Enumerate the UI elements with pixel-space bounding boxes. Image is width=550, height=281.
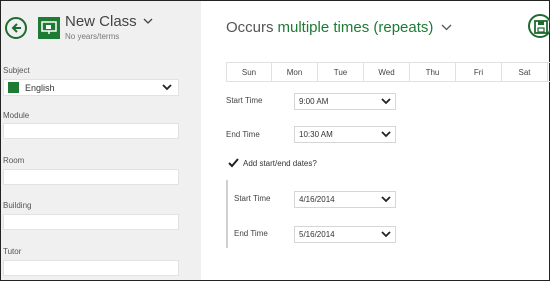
subject-value: English [25,82,55,93]
subject-label: Subject [3,66,30,75]
checkmark-icon [228,158,239,168]
start-time-value: 9:00 AM [299,97,329,106]
room-input[interactable] [3,169,179,185]
save-button[interactable] [528,14,550,38]
subject-select[interactable]: English [3,79,179,96]
start-date-label: Start Time [234,194,271,203]
building-label: Building [3,201,32,210]
presentation-icon [38,17,60,39]
day-sat[interactable]: Sat [502,63,548,81]
occurrence-dropdown[interactable]: Occurs multiple times (repeats) [226,19,452,36]
class-title: New Class [65,13,137,30]
start-time-select[interactable]: 9:00 AM [294,93,396,110]
save-icon [534,20,548,34]
room-label: Room [3,156,25,165]
day-wed[interactable]: Wed [364,63,410,81]
occurs-prefix: Occurs [226,19,274,36]
add-dates-checkbox[interactable]: Add start/end dates? [228,158,317,168]
end-time-label: End Time [226,130,260,139]
start-date-select[interactable]: 4/16/2014 [294,191,396,208]
occurs-value: multiple times (repeats) [277,19,434,36]
chevron-down-icon [381,98,391,105]
day-thu[interactable]: Thu [410,63,456,81]
chevron-down-icon [143,18,153,24]
class-subtitle: No years/terms [65,32,120,41]
day-tue[interactable]: Tue [318,63,364,81]
tutor-input[interactable] [3,260,179,276]
end-time-value: 10:30 AM [299,130,333,139]
chevron-down-icon [162,84,172,91]
subject-color-swatch [8,82,19,93]
start-date-value: 4/16/2014 [299,195,335,204]
day-mon[interactable]: Mon [272,63,318,81]
add-dates-label: Add start/end dates? [243,158,317,168]
module-label: Module [3,111,30,120]
chevron-down-icon [381,196,391,203]
chevron-down-icon [381,131,391,138]
back-button[interactable] [5,17,27,39]
class-details-panel: New Class No years/terms Subject English… [1,1,201,280]
start-time-label: Start Time [226,96,263,105]
end-date-select[interactable]: 5/16/2014 [294,226,396,243]
day-sun[interactable]: Sun [226,63,272,81]
building-input[interactable] [3,214,179,230]
class-title-dropdown[interactable]: New Class [65,13,153,30]
chevron-down-icon [381,231,391,238]
end-date-value: 5/16/2014 [299,230,335,239]
chevron-down-icon [441,24,452,31]
module-input[interactable] [3,123,179,139]
day-fri[interactable]: Fri [456,63,502,81]
tutor-label: Tutor [3,247,22,256]
back-arrow-icon [11,23,21,33]
end-date-label: End Time [234,229,268,238]
dates-group-divider [226,180,228,248]
day-of-week-selector: Sun Mon Tue Wed Thu Fri Sat [226,62,550,82]
end-time-select[interactable]: 10:30 AM [294,126,396,143]
